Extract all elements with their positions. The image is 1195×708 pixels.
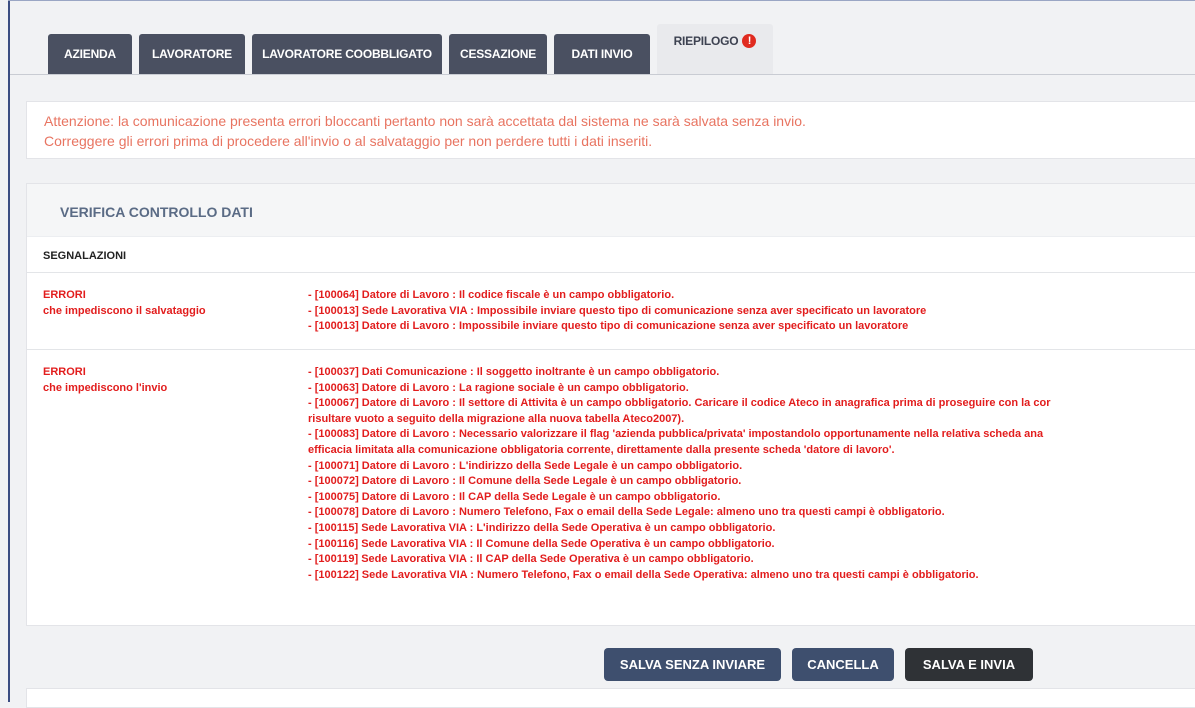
list-item: - [100071] Datore di Lavoro : L'indirizz…: [308, 459, 743, 472]
list-item: - [100078] Datore di Lavoro : Numero Tel…: [308, 506, 945, 519]
warning-line-2: Correggere gli errori prima di procedere…: [44, 133, 653, 149]
alert-icon: !: [742, 34, 757, 48]
window-frame-left: [8, 0, 10, 702]
tab-dati-invio[interactable]: DATI INVIO: [554, 34, 650, 74]
errors-send-label: ERRORI che impediscono l'invio: [43, 366, 168, 394]
list-item: - [100075] Datore di Lavoro : Il CAP del…: [308, 490, 721, 503]
list-item: - [100063] Datore di Lavoro : La ragione…: [308, 381, 689, 394]
save-and-send-button[interactable]: SALVA E INVIA: [905, 648, 1033, 681]
save-without-send-button[interactable]: SALVA SENZA INVIARE: [604, 648, 781, 681]
list-item: - [100013] Datore di Lavoro : Impossibil…: [308, 320, 909, 333]
window-frame-top: [8, 0, 1195, 1]
tab-riepilogo[interactable]: RIEPILOGO !: [657, 24, 773, 74]
section-divider: [27, 272, 1195, 273]
list-item: - [100119] Sede Lavorativa VIA : Il CAP …: [308, 553, 754, 566]
list-item: - [100116] Sede Lavorativa VIA : Il Comu…: [308, 537, 775, 550]
verifica-panel: VERIFICA CONTROLLO DATI SEGNALAZIONI ERR…: [26, 183, 1195, 626]
tab-lavoratore-coobbligato[interactable]: LAVORATORE COOBBLIGATO: [252, 34, 442, 74]
tab-cessazione[interactable]: CESSAZIONE: [449, 34, 547, 74]
list-item: - [100067] Datore di Lavoro : Il settore…: [308, 397, 1051, 410]
list-item: - [100037] Dati Comunicazione : Il sogge…: [308, 366, 720, 378]
cancel-button[interactable]: CANCELLA: [792, 648, 894, 681]
list-item: - [100013] Sede Lavorativa VIA : Impossi…: [308, 304, 927, 317]
list-item: - [100083] Datore di Lavoro : Necessario…: [308, 428, 1044, 441]
errors-send-list: - [100037] Dati Comunicazione : Il sogge…: [308, 365, 1195, 583]
list-item: - [100122] Sede Lavorativa VIA : Numero …: [308, 568, 979, 581]
list-item: - [100064] Datore di Lavoro : Il codice …: [308, 289, 675, 301]
next-panel-edge: [26, 688, 1195, 708]
errors-save-list: - [100064] Datore di Lavoro : Il codice …: [308, 288, 1195, 335]
errors-save-label: ERRORI che impediscono il salvataggio: [43, 289, 206, 317]
tab-azienda[interactable]: AZIENDA: [48, 34, 132, 74]
list-item: - [100115] Sede Lavorativa VIA : L'indir…: [308, 521, 776, 534]
segnalazioni-heading: SEGNALAZIONI: [43, 250, 127, 262]
tab-lavoratore[interactable]: LAVORATORE: [139, 34, 245, 74]
group-divider: [27, 349, 1195, 350]
warning-line-1: Attenzione: la comunicazione presenta er…: [44, 113, 806, 129]
list-item: efficacia limitata alla comunicazione ob…: [308, 443, 895, 456]
tab-divider: [10, 74, 1195, 75]
list-item: risultare vuoto a seguito della migrazio…: [308, 412, 685, 425]
warning-box: Attenzione: la comunicazione presenta er…: [26, 101, 1195, 159]
list-item: - [100072] Datore di Lavoro : Il Comune …: [308, 475, 742, 488]
panel-title: VERIFICA CONTROLLO DATI: [27, 184, 1195, 237]
